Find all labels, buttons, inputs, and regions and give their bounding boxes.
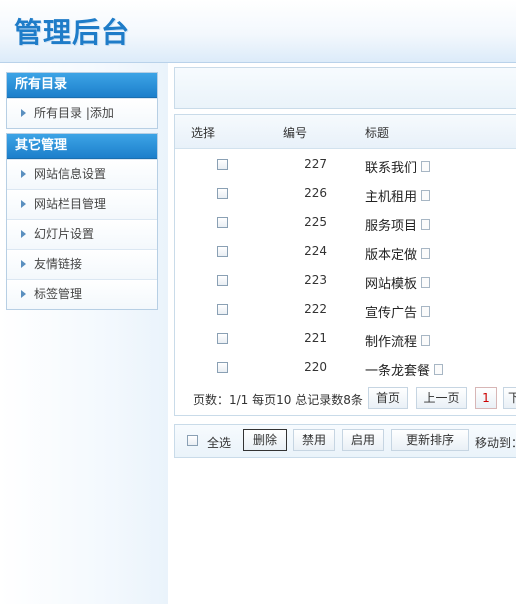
sidebar-item-label: 幻灯片设置 [34, 227, 95, 241]
row-checkbox[interactable] [217, 275, 228, 286]
sidebar-item-tags[interactable]: 标签管理 [7, 279, 157, 309]
table-row: 224 版本定做 [175, 238, 516, 267]
sidebar-item-label: 网站栏目管理 [34, 197, 107, 211]
table-header: 选择 编号 标题 [175, 115, 516, 149]
row-title: 网站模板 [365, 277, 418, 292]
delete-button[interactable]: 删除 [243, 429, 287, 451]
row-title-link[interactable]: 版本定做 [365, 244, 431, 263]
batch-action-bar: 全选 删除 禁用 启用 更新排序 移动到： [174, 424, 516, 458]
document-icon [421, 161, 431, 172]
row-checkbox[interactable] [217, 246, 228, 257]
document-icon [421, 190, 431, 201]
row-title: 服务项目 [365, 219, 418, 234]
page-title: 管理后台 [14, 16, 131, 49]
row-id: 223 [304, 273, 327, 287]
column-header-title: 标题 [365, 126, 390, 140]
row-title-link[interactable]: 宣传广告 [365, 302, 431, 321]
page-number-current[interactable]: 1 [475, 387, 497, 409]
update-order-button[interactable]: 更新排序 [391, 429, 469, 451]
arrow-right-icon [21, 259, 26, 268]
document-icon [421, 335, 431, 346]
sidebar-item-columns[interactable]: 网站栏目管理 [7, 189, 157, 219]
row-title: 联系我们 [365, 161, 418, 176]
document-icon [421, 219, 431, 230]
sidebar-item-all-add[interactable]: 所有目录 |添加 [7, 98, 157, 128]
row-title: 制作流程 [365, 335, 418, 350]
row-checkbox[interactable] [217, 217, 228, 228]
row-title-link[interactable]: 一条龙套餐 [365, 360, 444, 379]
select-all-checkbox[interactable] [187, 435, 198, 446]
document-icon [421, 277, 431, 288]
sidebar-panel-title: 所有目录 [7, 73, 157, 98]
sidebar: 所有目录 所有目录 |添加 其它管理 网站信息设置 网站栏目管理 幻灯片设置 友… [0, 63, 168, 604]
table-row: 226 主机租用 [175, 180, 516, 209]
row-id: 226 [304, 186, 327, 200]
pagination-info: 页数：1/1 每页10 总记录数8条 [193, 393, 363, 407]
row-checkbox[interactable] [217, 362, 228, 373]
table-row: 225 服务项目 [175, 209, 516, 238]
table-row: 227 联系我们 [175, 151, 516, 180]
row-id: 222 [304, 302, 327, 316]
arrow-right-icon [21, 289, 26, 298]
document-icon [421, 306, 431, 317]
sidebar-panel-all: 所有目录 所有目录 |添加 [6, 72, 158, 129]
row-title-link[interactable]: 联系我们 [365, 157, 431, 176]
row-id: 225 [304, 215, 327, 229]
row-title: 版本定做 [365, 248, 418, 263]
row-id: 227 [304, 157, 327, 171]
row-title: 一条龙套餐 [365, 364, 431, 379]
column-header-id: 编号 [283, 126, 308, 140]
enable-button[interactable]: 启用 [342, 429, 384, 451]
sidebar-item-site-info[interactable]: 网站信息设置 [7, 159, 157, 189]
toolbar-top [174, 67, 516, 109]
document-icon [421, 248, 431, 259]
select-all-label[interactable]: 全选 [207, 434, 231, 451]
arrow-right-icon [21, 199, 26, 208]
row-id: 224 [304, 244, 327, 258]
sidebar-panel-title: 其它管理 [7, 134, 157, 159]
row-title-link[interactable]: 服务项目 [365, 215, 431, 234]
sidebar-panel-other: 其它管理 网站信息设置 网站栏目管理 幻灯片设置 友情链接 标签管理 [6, 133, 158, 310]
next-page-button[interactable]: 下 [503, 387, 516, 409]
column-header-select: 选择 [191, 126, 216, 140]
row-title-link[interactable]: 网站模板 [365, 273, 431, 292]
document-icon [434, 364, 444, 375]
table-row: 220 一条龙套餐 [175, 354, 516, 383]
row-title-link[interactable]: 制作流程 [365, 331, 431, 350]
sidebar-item-slides[interactable]: 幻灯片设置 [7, 219, 157, 249]
arrow-right-icon [21, 169, 26, 178]
table-row: 221 制作流程 [175, 325, 516, 354]
row-checkbox[interactable] [217, 333, 228, 344]
row-title: 主机租用 [365, 190, 418, 205]
disable-button[interactable]: 禁用 [293, 429, 335, 451]
row-title-link[interactable]: 主机租用 [365, 186, 431, 205]
row-checkbox[interactable] [217, 188, 228, 199]
row-id: 220 [304, 360, 327, 374]
sidebar-item-label: 所有目录 |添加 [34, 106, 114, 120]
header-bar: 管理后台 [0, 0, 516, 63]
sidebar-item-label: 标签管理 [34, 287, 83, 301]
row-title: 宣传广告 [365, 306, 418, 321]
arrow-right-icon [21, 229, 26, 238]
row-id: 221 [304, 331, 327, 345]
table-row: 222 宣传广告 [175, 296, 516, 325]
move-to-label: 移动到： [475, 436, 516, 450]
row-checkbox[interactable] [217, 304, 228, 315]
table-row: 223 网站模板 [175, 267, 516, 296]
pagination: 页数：1/1 每页10 总记录数8条 首页 上一页 1 下 [175, 385, 516, 409]
first-page-button[interactable]: 首页 [368, 387, 408, 409]
arrow-right-icon [21, 108, 26, 117]
content-list: 选择 编号 标题 227 联系我们 226 主机租用 225 服务项目 224 … [174, 114, 516, 416]
sidebar-item-label: 友情链接 [34, 257, 83, 271]
sidebar-item-links[interactable]: 友情链接 [7, 249, 157, 279]
sidebar-item-label: 网站信息设置 [34, 167, 107, 181]
prev-page-button[interactable]: 上一页 [416, 387, 467, 409]
row-checkbox[interactable] [217, 159, 228, 170]
